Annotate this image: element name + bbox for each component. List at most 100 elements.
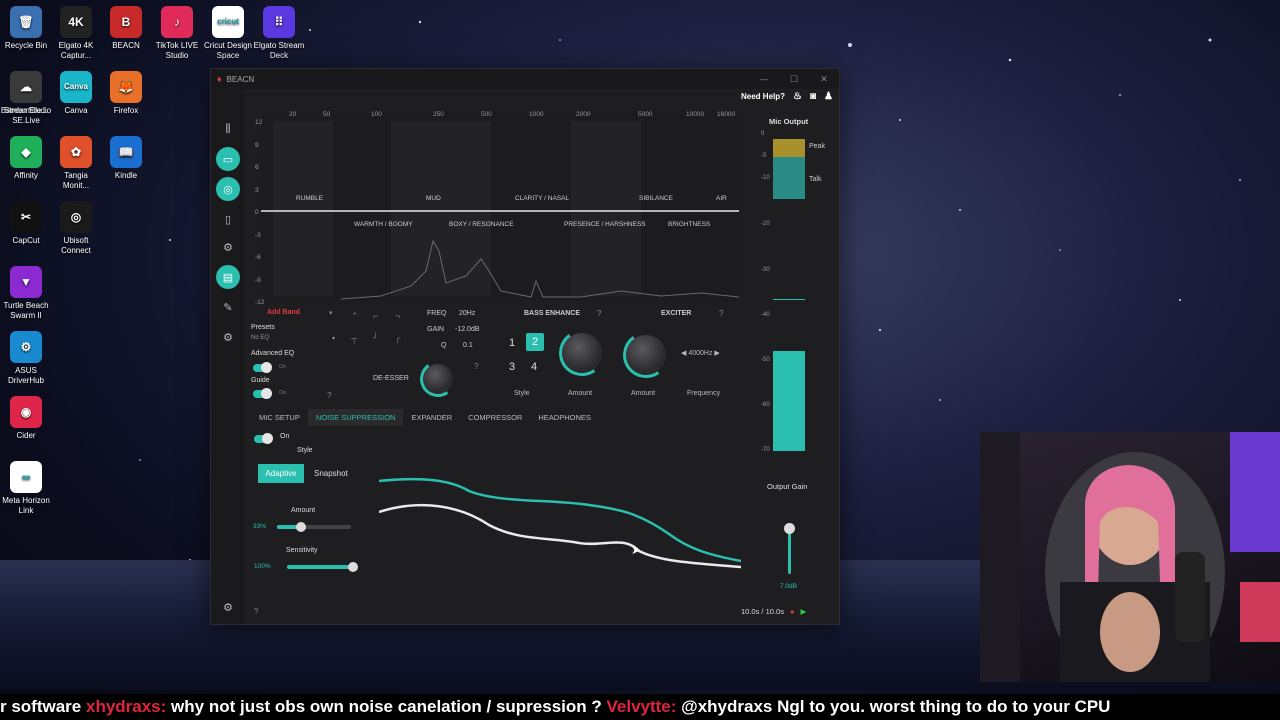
affinity-icon: ◆ (10, 136, 42, 168)
sensitivity-slider[interactable] (287, 562, 358, 572)
app-settings-icon[interactable]: ⚙ (216, 595, 240, 619)
band-params: FREQ 20Hz GAIN -12.0dB Q 0.1 (423, 309, 493, 354)
filter-lowpass-icon[interactable]: ┬ (351, 333, 357, 343)
noise-suppression-toggle[interactable] (254, 433, 273, 444)
noise-help-icon[interactable]: ? (254, 607, 258, 616)
freq-value[interactable]: 20Hz (459, 310, 475, 317)
style-button-3[interactable]: 3 (504, 359, 520, 375)
add-band-dropdown-icon[interactable]: ▾ (329, 309, 333, 317)
device-icon[interactable]: ▯ (216, 207, 240, 231)
user-icon[interactable]: ♟ (824, 91, 833, 102)
desktop-shortcut[interactable]: cricut Cricut Design Space (202, 6, 254, 61)
tab-headphones[interactable]: HEADPHONES (530, 409, 599, 426)
discord-icon[interactable]: ◙ (810, 91, 816, 102)
recorder-controls: 10.0s / 10.0s ● ▶ (741, 607, 806, 616)
desktop-shortcut[interactable]: ☁ StreamEle... SE.Live (0, 71, 52, 126)
sensitivity-slider-thumb[interactable] (348, 562, 358, 572)
target-icon[interactable]: ◎ (216, 177, 240, 201)
tab-compressor[interactable]: COMPRESSOR (460, 409, 530, 426)
desktop-shortcut[interactable]: ◆ Affinity (0, 136, 52, 181)
ticker-text-3: @xhydraxs Ngl to you. worst thing to do … (676, 697, 1111, 716)
snapshot-button[interactable]: Snapshot (314, 469, 348, 478)
exciter-help-icon[interactable]: ? (719, 309, 723, 318)
exciter-freq-increase-icon[interactable]: ▶ (712, 350, 719, 357)
flame-icon[interactable]: ♨ (793, 91, 802, 102)
tangia-icon: ✿ (60, 136, 92, 168)
adaptive-button[interactable]: Adaptive (258, 464, 304, 483)
desktop-shortcut[interactable]: 4K Elgato 4K Captur... (50, 6, 102, 61)
mic-device-icon[interactable]: ▭ (216, 147, 240, 171)
filter-peak-icon[interactable]: ⌃ (351, 311, 359, 322)
edit-icon[interactable]: ✎ (216, 295, 240, 319)
de-esser-help-icon[interactable]: ? (474, 362, 478, 371)
advanced-eq-toggle[interactable] (253, 362, 272, 373)
close-button[interactable]: ✕ (809, 74, 839, 85)
mixer-icon[interactable]: ⫼ (216, 117, 240, 141)
tab-mic-setup[interactable]: MIC SETUP (251, 409, 308, 426)
talk-label: Talk (809, 176, 822, 183)
firefox-icon: 🦊 (110, 71, 142, 103)
filter-notch-icon[interactable]: ╭ (395, 333, 400, 344)
filter-lowshelf-icon[interactable]: ⌐ (373, 311, 378, 321)
tab-noise-suppression[interactable]: NOISE SUPPRESSION (307, 409, 404, 426)
filter-highshelf-icon[interactable]: ¬ (395, 311, 400, 321)
desktop-shortcut[interactable]: ∞ Meta Horizon Link (0, 461, 52, 516)
desktop-shortcut[interactable]: 📖 Kindle (100, 136, 152, 181)
tab-expander[interactable]: EXPANDER (403, 409, 460, 426)
desktop-shortcut[interactable]: 🦊 Firefox (100, 71, 152, 116)
gain-value[interactable]: -12.0dB (455, 326, 480, 333)
desktop-shortcut[interactable]: ⠿ Elgato Stream Deck (253, 6, 305, 61)
minimize-button[interactable]: — (749, 74, 779, 85)
play-button-icon[interactable]: ▶ (800, 607, 806, 616)
desktop-shortcut[interactable]: ▼ Turtle Beach Swarm II (0, 266, 52, 321)
desktop-shortcut[interactable]: ♪ TikTok LIVE Studio (151, 6, 203, 61)
output-gain-thumb[interactable] (784, 523, 795, 534)
link-device-icon[interactable]: ▤ (216, 265, 240, 289)
guide-toggle[interactable] (253, 388, 272, 399)
band-label-presence: PRESENCE / HARSHNESS (564, 221, 646, 228)
exciter-frequency-label: Frequency (687, 390, 721, 397)
desktop-shortcut[interactable]: ✿ Tangia Monit... (50, 136, 102, 191)
desktop-shortcut-label: Cider (16, 431, 36, 440)
need-help-link[interactable]: Need Help? (741, 92, 785, 101)
add-band-button[interactable]: Add Band (267, 309, 300, 316)
settings-cog-icon[interactable]: ⚙ (216, 235, 240, 259)
guide-state: On (279, 390, 287, 396)
desktop-shortcut[interactable]: ⚙ ASUS DriverHub (0, 331, 52, 386)
bass-amount-knob[interactable] (562, 333, 602, 373)
desktop-shortcut[interactable]: B BEACN (100, 6, 152, 51)
desktop-shortcut[interactable]: Canva Canva (50, 71, 102, 116)
webcam-overlay (980, 432, 1280, 682)
sidebar: ⫼ ▭ ◎ ▯ ⚙ ▤ ✎ ⚙ ⚙ (211, 89, 245, 624)
de-esser-knob[interactable] (423, 364, 453, 394)
filter-highpass-icon[interactable]: ╯ (373, 333, 378, 344)
amount-slider-thumb[interactable] (296, 522, 307, 532)
record-button-icon[interactable]: ● (790, 607, 795, 616)
section-tabs: MIC SETUP NOISE SUPPRESSION EXPANDER COM… (251, 409, 599, 426)
exciter-frequency-stepper[interactable]: ◀ 4000Hz ▶ (681, 349, 720, 357)
style-button-4[interactable]: 4 (526, 359, 542, 375)
mic-output-title: Mic Output (769, 117, 809, 126)
desktop-shortcut[interactable]: ◉ Cider (0, 396, 52, 441)
exciter-amount-knob[interactable] (626, 335, 666, 375)
gear-icon[interactable]: ⚙ (216, 325, 240, 349)
maximize-button[interactable]: ☐ (779, 74, 809, 85)
presets-select[interactable]: No EQ ▾ (251, 335, 335, 345)
help-icon-guide[interactable]: ? (327, 391, 331, 400)
amount-slider[interactable] (277, 522, 351, 532)
capcut-icon: ✂ (10, 201, 42, 233)
desktop-shortcut[interactable]: ✂ CapCut (0, 201, 52, 246)
exciter-freq-value: 4000Hz (688, 350, 713, 357)
eq-graph[interactable]: RUMBLE MUD CLARITY / NASAL SIBILANCE AIR… (255, 111, 739, 306)
desktop-shortcut-label: CapCut (12, 236, 40, 245)
desktop-shortcut[interactable]: ◎ Ubisoft Connect (50, 201, 102, 256)
peak-label: Peak (809, 143, 825, 150)
db-tick-label: 12 (255, 119, 263, 126)
bass-enhance-help-icon[interactable]: ? (597, 309, 601, 318)
asus-icon: ⚙ (10, 331, 42, 363)
q-value[interactable]: 0.1 (463, 342, 473, 349)
ubisoft-icon: ◎ (60, 201, 92, 233)
desktop-shortcut[interactable]: 🗑 Recycle Bin (0, 6, 52, 51)
style-button-1[interactable]: 1 (504, 335, 520, 351)
style-button-2[interactable]: 2 (526, 333, 544, 351)
